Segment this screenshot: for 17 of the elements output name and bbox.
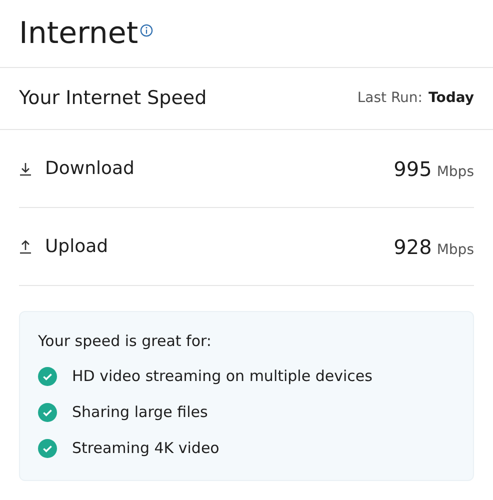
speed-value: 928 <box>394 234 432 260</box>
speed-label: Download <box>45 157 134 181</box>
info-icon[interactable] <box>140 24 154 37</box>
section-title: Your Internet Speed <box>19 86 207 112</box>
use-item: HD video streaming on multiple devices <box>72 366 372 387</box>
upload-icon <box>19 240 32 254</box>
speed-value: 995 <box>394 156 432 182</box>
card-heading: Your speed is great for: <box>38 331 212 352</box>
use-item: Sharing large files <box>72 402 208 423</box>
speed-unit: Mbps <box>436 240 474 260</box>
download-icon <box>19 162 32 176</box>
speed-label: Upload <box>45 235 108 259</box>
last-run-value: Today <box>428 89 474 108</box>
page-title: Internet <box>19 15 138 53</box>
last-run-label: Last Run: <box>357 89 423 108</box>
use-item: Streaming 4K video <box>72 438 220 459</box>
speed-unit: Mbps <box>436 162 474 182</box>
